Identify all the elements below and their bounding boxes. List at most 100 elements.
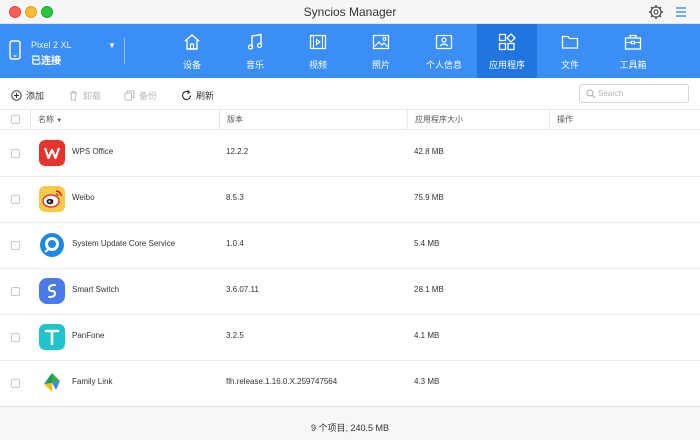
wps-office-icon <box>39 140 65 166</box>
row-checkbox[interactable] <box>11 241 20 250</box>
add-label: 添加 <box>26 90 45 101</box>
table-row[interactable]: Weibo 8.5.3 75.9 MB <box>0 177 700 223</box>
select-all-checkbox[interactable] <box>11 115 20 124</box>
table-row[interactable]: WPS Office 12.2.2 42.8 MB <box>0 131 700 177</box>
app-size: 75.9 MB <box>414 193 444 202</box>
app-version: 12.2.2 <box>226 147 249 156</box>
tab-info[interactable]: 个人信息 <box>414 24 474 78</box>
contact-icon <box>435 34 453 50</box>
tab-label: 个人信息 <box>425 60 462 70</box>
app-name: WPS Office <box>72 147 114 156</box>
tab-label: 音乐 <box>245 60 264 70</box>
device-selector[interactable]: Pixel 2 XL 已连接 ▼ <box>9 38 121 67</box>
table-row[interactable]: Family Link flh.release.1.16.0.X.2597475… <box>0 361 700 407</box>
app-size: 28.1 MB <box>414 285 444 294</box>
panfone-icon <box>39 324 65 350</box>
tab-label: 文件 <box>560 60 579 70</box>
tab-music[interactable]: 音乐 <box>225 24 285 78</box>
tab-label: 工具箱 <box>619 60 647 70</box>
uninstall-button[interactable]: 卸载 <box>68 88 101 102</box>
app-size: 5.4 MB <box>414 239 440 248</box>
column-divider <box>30 110 31 130</box>
refresh-button[interactable]: 刷新 <box>181 88 214 102</box>
column-divider <box>549 110 550 130</box>
device-status: 已连接 <box>31 56 61 67</box>
apps-icon <box>498 33 516 51</box>
app-version: 1.0.4 <box>226 239 244 248</box>
system-update-icon <box>40 233 64 257</box>
tab-label: 视频 <box>308 60 327 70</box>
tab-device[interactable]: 设备 <box>162 24 222 78</box>
row-checkbox[interactable] <box>11 195 20 204</box>
nav-divider <box>124 38 125 64</box>
column-divider <box>407 110 408 130</box>
column-name-header[interactable]: 名称 ▼ <box>32 110 62 130</box>
table-row[interactable]: Smart Switch 3.6.07.11 28.1 MB <box>0 269 700 315</box>
app-size: 4.1 MB <box>414 331 440 340</box>
search-input[interactable] <box>598 87 684 100</box>
tab-toolbox[interactable]: 工具箱 <box>603 24 663 78</box>
column-divider <box>219 110 220 130</box>
column-action-header: 操作 <box>557 115 573 124</box>
tab-apps[interactable]: 应用程序 <box>477 24 537 78</box>
app-version: 3.2.5 <box>226 331 244 340</box>
tab-label: 应用程序 <box>488 60 525 70</box>
trash-icon <box>70 90 77 100</box>
app-name: System Update Core Service <box>72 239 176 248</box>
status-bar: 9 个项目, 240.5 MB <box>0 406 700 440</box>
search-icon <box>586 89 596 99</box>
video-icon <box>309 34 327 50</box>
row-checkbox[interactable] <box>11 379 20 388</box>
refresh-label: 刷新 <box>196 90 215 101</box>
app-version: 3.6.07.11 <box>226 285 259 294</box>
tab-files[interactable]: 文件 <box>540 24 600 78</box>
plus-icon <box>11 89 22 101</box>
backup-button[interactable]: 备份 <box>124 88 157 102</box>
gear-icon[interactable] <box>648 4 664 20</box>
row-checkbox[interactable] <box>11 287 20 296</box>
title-bar: Syncios Manager <box>0 0 700 24</box>
window-title: Syncios Manager <box>303 5 397 19</box>
refresh-icon <box>181 89 192 100</box>
app-name: PanFone <box>72 331 105 340</box>
tab-photos[interactable]: 照片 <box>351 24 411 78</box>
row-checkbox[interactable] <box>11 149 20 158</box>
table-header: 名称 ▼ 版本 应用程序大小 操作 <box>0 110 700 130</box>
backup-icon <box>124 90 135 100</box>
app-name: Weibo <box>72 193 95 202</box>
photo-icon <box>372 34 390 50</box>
toolbox-icon <box>624 34 642 50</box>
column-size-header[interactable]: 应用程序大小 <box>409 110 463 130</box>
action-toolbar: 添加 卸载 备份 刷新 <box>0 78 700 110</box>
backup-label: 备份 <box>139 90 158 101</box>
table-row[interactable]: PanFone 3.2.5 4.1 MB <box>0 315 700 361</box>
app-size: 4.3 MB <box>414 377 440 386</box>
app-version: 8.5.3 <box>226 193 244 202</box>
chevron-down-icon[interactable]: ▼ <box>108 41 116 50</box>
row-checkbox[interactable] <box>11 333 20 342</box>
app-name: Smart Switch <box>72 285 120 294</box>
app-version: flh.release.1.16.0.X.259747564 <box>226 377 338 386</box>
music-icon <box>247 33 263 50</box>
tab-label: 照片 <box>371 60 390 70</box>
weibo-icon <box>39 186 65 212</box>
table-row[interactable]: System Update Core Service 1.0.4 5.4 MB <box>0 223 700 269</box>
tab-label: 设备 <box>182 60 201 70</box>
device-name: Pixel 2 XL <box>31 40 72 50</box>
add-button[interactable]: 添加 <box>11 88 44 102</box>
app-size: 42.8 MB <box>414 147 444 156</box>
app-name: Family Link <box>72 377 113 386</box>
sort-down-icon: ▼ <box>56 118 63 124</box>
search-box[interactable] <box>579 84 689 103</box>
uninstall-label: 卸载 <box>83 90 102 101</box>
home-icon <box>184 34 200 50</box>
column-version-header[interactable]: 版本 <box>221 110 243 130</box>
top-navigation: Pixel 2 XL 已连接 ▼ 设备 音乐 视频 照片 个人信息 应用程序 文… <box>0 24 700 78</box>
menu-icon[interactable] <box>674 5 688 19</box>
folder-icon <box>561 35 579 49</box>
family-link-icon <box>44 373 60 392</box>
smart-switch-icon <box>39 278 65 304</box>
summary-text: 9 个项目, 240.5 MB <box>310 423 390 433</box>
column-name-label: 名称 <box>38 115 54 124</box>
tab-video[interactable]: 视频 <box>288 24 348 78</box>
